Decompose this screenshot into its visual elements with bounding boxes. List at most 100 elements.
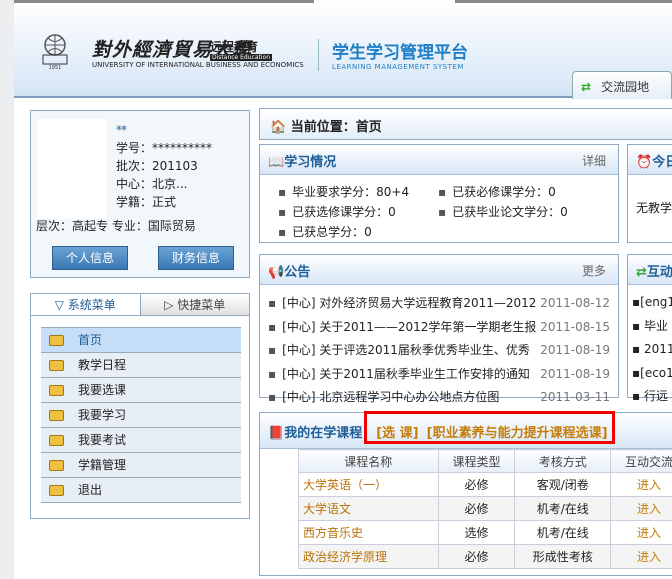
study-detail-link[interactable]: 详细: [582, 152, 606, 169]
personal-info-button[interactable]: 个人信息: [52, 246, 128, 270]
tab-system-menu[interactable]: ▽ 系统菜单: [31, 294, 141, 315]
tab-forum-label: 交流园地: [601, 80, 650, 94]
breadcrumb-text: 当前位置：首页: [290, 120, 382, 135]
notice-date: 2011-08-12: [540, 296, 610, 310]
batch: 批次：201103: [116, 159, 198, 173]
interact-item[interactable]: ▪ 毕业: [632, 315, 672, 339]
major: 专业：国际贸易: [111, 219, 196, 233]
home-icon: 🏠: [270, 120, 287, 135]
notice-text[interactable]: [中心] 对外经济贸易大学远程教育2011—2012: [268, 292, 536, 316]
notice-text[interactable]: [中心] 北京远程学习中心办公地点方位图: [268, 386, 499, 410]
enter-link[interactable]: 进入: [610, 496, 672, 521]
tab-quick-menu[interactable]: ▷ 快捷菜单: [140, 294, 249, 315]
folder-icon: [49, 434, 64, 446]
center: 中心：北京...: [116, 177, 188, 191]
interact-item[interactable]: ▪[eng10: [632, 291, 672, 315]
header: 1951 對外經濟貿易大學 远程教育 Distance Education UN…: [14, 3, 672, 99]
notice-date: 2011-08-19: [540, 366, 610, 381]
course-name-link[interactable]: 西方音乐史: [298, 520, 439, 545]
exam-method: 机考/在线: [514, 520, 612, 545]
avatar: [37, 119, 107, 219]
notice-item[interactable]: [中心] 关于2011届秋季毕业生工作安排的通知 2011-08-19: [268, 363, 610, 387]
column-header: 课程类型: [437, 449, 516, 473]
menu-item[interactable]: 教学日程: [41, 353, 241, 378]
menu-item[interactable]: 首页: [41, 328, 241, 353]
menu-item-label: 我要选课: [78, 383, 127, 397]
menu-item-label: 我要考试: [78, 433, 127, 447]
folder-icon: [49, 409, 64, 421]
interact-panel: ⇄互动 ▪[eng10▪ 毕业▪ 2011▪[eco10▪ 行远: [627, 254, 672, 403]
clock-icon: ⏰: [636, 155, 653, 170]
courses-title: 我的在学课程: [284, 426, 363, 441]
notice-item[interactable]: [中心] 北京远程学习中心办公地点方位图 2011-03-11: [268, 386, 610, 410]
interact-title: 互动: [646, 265, 672, 280]
notice-item[interactable]: [中心] 对外经济贸易大学远程教育2011—2012 2011-08-12: [268, 292, 610, 316]
tab-forum[interactable]: ⇄ 交流园地: [572, 71, 672, 99]
menu-item[interactable]: 我要选课: [41, 378, 241, 403]
course-name-link[interactable]: 大学英语（一）: [298, 472, 439, 497]
platform-subtitle: LEARNING MANAGEMENT SYSTEM: [332, 63, 464, 71]
shuffle-icon: ⇄: [581, 80, 592, 94]
enter-link[interactable]: 进入: [610, 544, 672, 569]
menu-item[interactable]: 退出: [41, 478, 241, 503]
notice-date: 2011-03-11: [540, 390, 610, 404]
book-icon: 📖: [268, 155, 285, 170]
megaphone-icon: 📢: [268, 265, 285, 280]
table-row: 西方音乐史 选修 机考/在线 进入: [298, 520, 672, 545]
enter-link[interactable]: 进入: [610, 472, 672, 497]
course-name-link[interactable]: 政治经济学原理: [298, 544, 439, 569]
study-title: 学习情况: [284, 155, 337, 170]
notice-title: 公告: [284, 265, 311, 280]
interact-item[interactable]: ▪[eco10: [632, 362, 672, 386]
study-panel: 📖学习情况 详细 毕业要求学分：80+4已获必修课学分：0 已获选修课学分：0已获…: [259, 144, 619, 243]
today-text: 无教学: [636, 201, 672, 215]
shuffle-icon: ⇄: [636, 265, 647, 280]
university-name-en: UNIVERSITY OF INTERNATIONAL BUSINESS AND…: [92, 61, 304, 69]
interact-item[interactable]: ▪ 2011: [632, 338, 672, 362]
breadcrumb: 🏠 当前位置：首页: [259, 108, 672, 140]
uibe-logo: 1951: [42, 34, 68, 71]
platform-title: 学生学习管理平台: [332, 43, 468, 63]
distance-education-en: Distance Education: [210, 54, 273, 61]
menu-item[interactable]: 学籍管理: [41, 453, 241, 478]
credit-item: 已获毕业论文学分：0: [438, 202, 568, 222]
interact-item[interactable]: ▪ 行远: [632, 385, 672, 409]
distance-education-cn: 远程教育: [210, 40, 259, 54]
table-row: 大学语文 必修 机考/在线 进入: [298, 496, 672, 521]
notice-panel: 📢公告 更多 [中心] 对外经济贸易大学远程教育2011—2012 2011-08-…: [259, 254, 619, 404]
notice-date: 2011-08-15: [540, 319, 610, 334]
folder-icon: [49, 334, 64, 346]
notice-item[interactable]: [中心] 关于2011——2012学年第一学期老生报 2011-08-15: [268, 316, 610, 340]
course-name-link[interactable]: 大学语文: [298, 496, 439, 521]
exam-method: 机考/在线: [514, 496, 612, 521]
divider: [318, 39, 319, 71]
menu-item-label: 学籍管理: [78, 458, 127, 472]
course-type: 必修: [437, 496, 516, 521]
folder-icon: [49, 384, 64, 396]
enrollment-status: 学籍：正式: [116, 195, 177, 209]
menu-item[interactable]: 我要学习: [41, 403, 241, 428]
credit-item: 毕业要求学分：80+4: [278, 182, 438, 202]
left-margin: [0, 0, 14, 579]
exam-method: 客观/闭卷: [514, 472, 612, 497]
column-header: 课程名称: [298, 449, 439, 473]
menu-item[interactable]: 我要考试: [41, 428, 241, 453]
notice-item[interactable]: [中心] 关于评选2011届秋季优秀毕业生、优秀 2011-08-19: [268, 339, 610, 363]
finance-info-button[interactable]: 财务信息: [158, 246, 234, 270]
notice-text[interactable]: [中心] 关于2011——2012学年第一学期老生报: [268, 316, 536, 340]
notice-more-link[interactable]: 更多: [582, 262, 606, 279]
folder-icon: [49, 359, 64, 371]
notice-text[interactable]: [中心] 关于评选2011届秋季优秀毕业生、优秀: [268, 339, 530, 363]
menu-panel: ▽ 系统菜单 ▷ 快捷菜单 首页教学日程我要选课我要学习我要考试学籍管理退出: [30, 293, 250, 519]
today-title: 今日: [652, 155, 672, 170]
enter-link[interactable]: 进入: [610, 520, 672, 545]
menu-item-label: 首页: [78, 333, 103, 347]
level: 层次：高起专: [36, 219, 109, 233]
menu-item-label: 我要学习: [78, 408, 127, 422]
course-type: 选修: [437, 520, 516, 545]
notice-text[interactable]: [中心] 关于2011届秋季毕业生工作安排的通知: [268, 363, 530, 387]
course-type: 必修: [437, 544, 516, 569]
folder-icon: [49, 484, 64, 496]
courses-table: 课程名称 课程类型 考核方式 互动交流 大学英语（一） 必修 客观/闭卷 进入 大学语文 必修 机考…: [298, 449, 672, 569]
profile-panel: ** 学号：********** 批次：201103 中心：北京... 学籍：正…: [30, 110, 250, 278]
